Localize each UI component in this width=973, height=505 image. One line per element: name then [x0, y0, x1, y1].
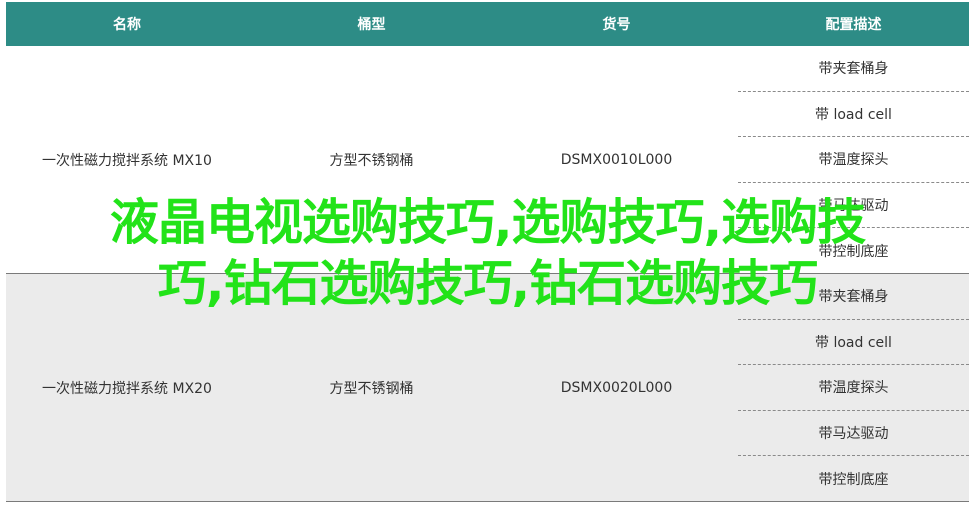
table-header: 名称 桶型 货号 配置描述 — [6, 2, 969, 46]
config-list: 带夹套桶身 带 load cell 带温度探头 带马达驱动 带控制底座 — [738, 46, 969, 273]
config-item: 带马达驱动 — [738, 411, 969, 457]
barrel-type: 方型不锈钢桶 — [329, 380, 414, 397]
product-table: 名称 桶型 货号 配置描述 一次性磁力搅拌系统 MX10 方型不锈钢桶 DSMX… — [6, 2, 969, 502]
product-name: 一次性磁力搅拌系统 MX10 — [42, 152, 212, 169]
table-row: 一次性磁力搅拌系统 MX20 方型不锈钢桶 DSMX0020L000 带夹套桶身… — [6, 274, 969, 502]
config-list: 带夹套桶身 带 load cell 带温度探头 带马达驱动 带控制底座 — [738, 274, 969, 501]
config-item: 带夹套桶身 — [738, 274, 969, 320]
header-config: 配置描述 — [825, 17, 882, 33]
product-sku: DSMX0020L000 — [560, 379, 673, 396]
config-item: 带温度探头 — [738, 365, 969, 411]
product-name: 一次性磁力搅拌系统 MX20 — [42, 380, 212, 397]
table-row: 一次性磁力搅拌系统 MX10 方型不锈钢桶 DSMX0010L000 带夹套桶身… — [6, 46, 969, 274]
header-barrel-type: 桶型 — [357, 17, 386, 33]
config-item: 带控制底座 — [818, 471, 889, 488]
barrel-type: 方型不锈钢桶 — [329, 152, 414, 169]
product-sku: DSMX0010L000 — [560, 151, 673, 168]
header-name: 名称 — [113, 17, 141, 33]
config-item: 带控制底座 — [818, 243, 889, 260]
config-item: 带夹套桶身 — [738, 46, 969, 92]
config-item: 带温度探头 — [738, 137, 969, 183]
config-item: 带 load cell — [738, 320, 969, 366]
config-item: 带马达驱动 — [738, 183, 969, 229]
header-sku: 货号 — [602, 17, 631, 33]
config-item: 带 load cell — [738, 92, 969, 138]
